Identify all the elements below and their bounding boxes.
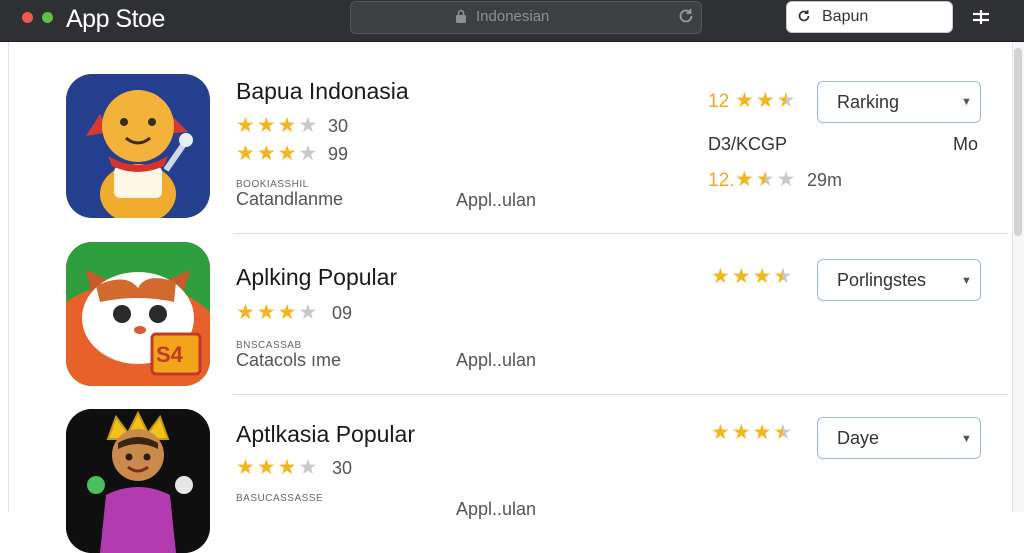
- app-category-1: Catandlanme: [236, 189, 344, 209]
- row-divider: [234, 394, 1008, 395]
- rating-count-2a: 09: [332, 303, 353, 323]
- chevron-down-icon: ▼: [961, 275, 972, 287]
- rating-count-1b: 99: [328, 144, 349, 164]
- app-subtitle-3: BASUCASSASSE: [236, 493, 324, 504]
- app-badge-2: S4: [156, 342, 183, 367]
- app-icon-1[interactable]: [66, 74, 210, 218]
- app-name-2[interactable]: Aplking Popular: [236, 264, 397, 291]
- app-meta-1: D3/KCGP: [708, 134, 788, 154]
- star-rating-2a: ★ ★ ★ ★: [236, 301, 318, 324]
- reload-icon[interactable]: [676, 6, 696, 26]
- close-window-button[interactable]: [22, 12, 33, 23]
- app-name-3[interactable]: Aptlkasia Popular: [236, 421, 415, 448]
- chevron-down-icon: ▼: [961, 96, 972, 108]
- app-size-1: 29m: [807, 170, 843, 190]
- star-rating-1a: ★ ★ ★ ★: [236, 114, 318, 137]
- size-stars-1: ★ ★ ★: [735, 168, 796, 191]
- app-icon-2[interactable]: S4: [66, 242, 210, 386]
- right-rating-num-1: 12: [708, 91, 730, 112]
- star-rating-3a: ★ ★ ★ ★: [236, 456, 318, 479]
- mascot-icon: [86, 90, 193, 218]
- right-stars-1: ★ ★ ★: [735, 89, 796, 112]
- sort-select-1-label: Rarking: [837, 92, 900, 112]
- app-category-2: Catacols ıme: [236, 350, 342, 370]
- app-type-2: Appl..ulan: [456, 350, 537, 370]
- cat-mascot-icon: [66, 242, 210, 386]
- app-type-1: Appl..ulan: [456, 190, 537, 210]
- search-icon: [798, 10, 810, 22]
- sort-select-2-label: Porlingstes: [837, 270, 927, 290]
- zoom-window-button[interactable]: [42, 12, 53, 23]
- menu-icon[interactable]: [969, 6, 993, 28]
- app-icon-3[interactable]: [66, 409, 210, 553]
- rating-count-3a: 30: [332, 458, 353, 478]
- search-input[interactable]: Bapun: [822, 8, 868, 26]
- lock-icon: [456, 9, 466, 23]
- right-stars-3: ★ ★ ★ ★: [711, 421, 793, 444]
- rating-count-1a: 30: [328, 116, 349, 136]
- size-rating-num-1: 12.: [708, 170, 735, 191]
- app-name-1[interactable]: Bapua Indonasia: [236, 78, 409, 105]
- star-rating-1b: ★ ★ ★ ★: [236, 142, 318, 165]
- king-mascot-icon: [66, 409, 210, 553]
- right-stars-2: ★ ★ ★ ★: [711, 265, 793, 288]
- app-title: App Stoe: [66, 5, 165, 33]
- scrollbar-thumb[interactable]: [1014, 48, 1022, 236]
- sort-select-3-label: Daye: [837, 428, 880, 448]
- chevron-down-icon: ▼: [961, 433, 972, 445]
- app-meta-1-right: Mo: [953, 134, 979, 154]
- address-text: Indonesian: [476, 8, 550, 25]
- app-type-3: Appl..ulan: [456, 499, 537, 519]
- row-divider: [234, 233, 1008, 234]
